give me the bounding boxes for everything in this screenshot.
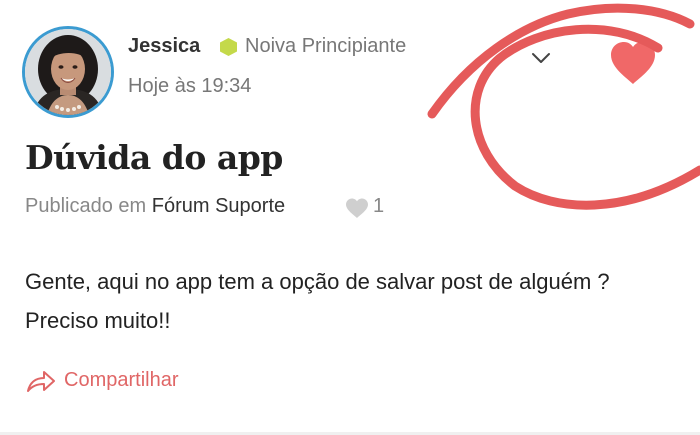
heart-icon — [346, 198, 368, 218]
share-arrow-icon — [27, 371, 55, 392]
post-title: Dúvida do app — [25, 138, 283, 177]
author-rank: Noiva Principiante — [245, 35, 407, 57]
hexagon-icon — [220, 38, 237, 56]
share-label: Compartilhar — [64, 369, 179, 391]
favorite-heart-icon[interactable] — [605, 38, 661, 88]
author-name[interactable]: Jessica — [128, 35, 200, 58]
post-timestamp: Hoje às 19:34 — [128, 75, 252, 97]
avatar-photo — [25, 29, 111, 115]
likes-count: 1 — [373, 195, 385, 217]
avatar[interactable] — [22, 26, 114, 118]
post-detail: Jessica Noiva Principiante Hoje às 19:34… — [0, 0, 700, 435]
published-in-label: Publicado em — [25, 195, 147, 217]
post-body: Gente, aqui no app tem a opção de salvar… — [25, 269, 610, 333]
chevron-down-icon[interactable] — [529, 48, 553, 68]
forum-link[interactable]: Fórum Suporte — [152, 195, 285, 217]
post-meta: Publicado em Fórum Suporte — [25, 195, 285, 218]
